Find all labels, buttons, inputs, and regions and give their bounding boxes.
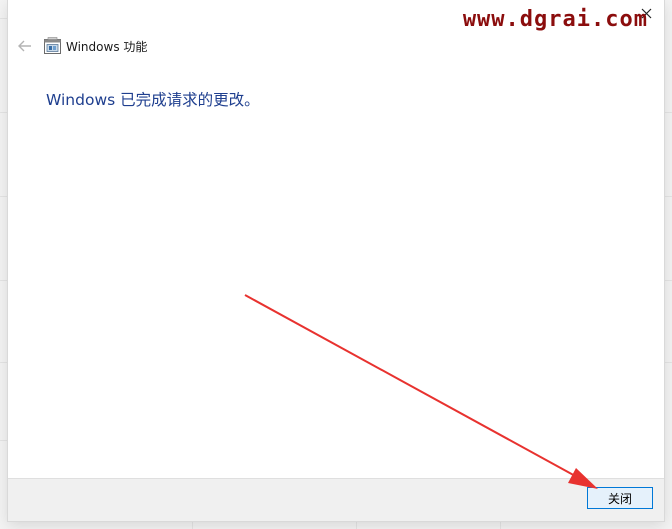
background-line	[356, 521, 357, 529]
completion-message: Windows 已完成请求的更改。	[46, 91, 260, 109]
close-button[interactable]: 关闭	[587, 487, 653, 509]
background-line	[0, 440, 8, 441]
background-line	[0, 18, 8, 19]
background-line	[0, 112, 8, 113]
window-title: Windows 功能	[66, 40, 148, 54]
windows-features-dialog: Windows 功能 Windows 已完成请求的更改。 关闭	[8, 0, 664, 521]
background-line	[0, 362, 8, 363]
title-bar: Windows 功能	[8, 28, 664, 64]
background-line	[664, 196, 672, 197]
back-button[interactable]	[14, 35, 36, 57]
background-line	[192, 521, 193, 529]
dialog-footer: 关闭	[8, 478, 664, 521]
background-line	[0, 280, 8, 281]
background-line	[664, 112, 672, 113]
background-line	[664, 362, 672, 363]
watermark-text: www.dgrai.com	[462, 7, 648, 32]
background-line	[0, 196, 8, 197]
background-line	[664, 280, 672, 281]
arrow-left-icon	[18, 40, 31, 52]
background-line	[500, 521, 501, 529]
windows-features-icon	[44, 37, 61, 54]
